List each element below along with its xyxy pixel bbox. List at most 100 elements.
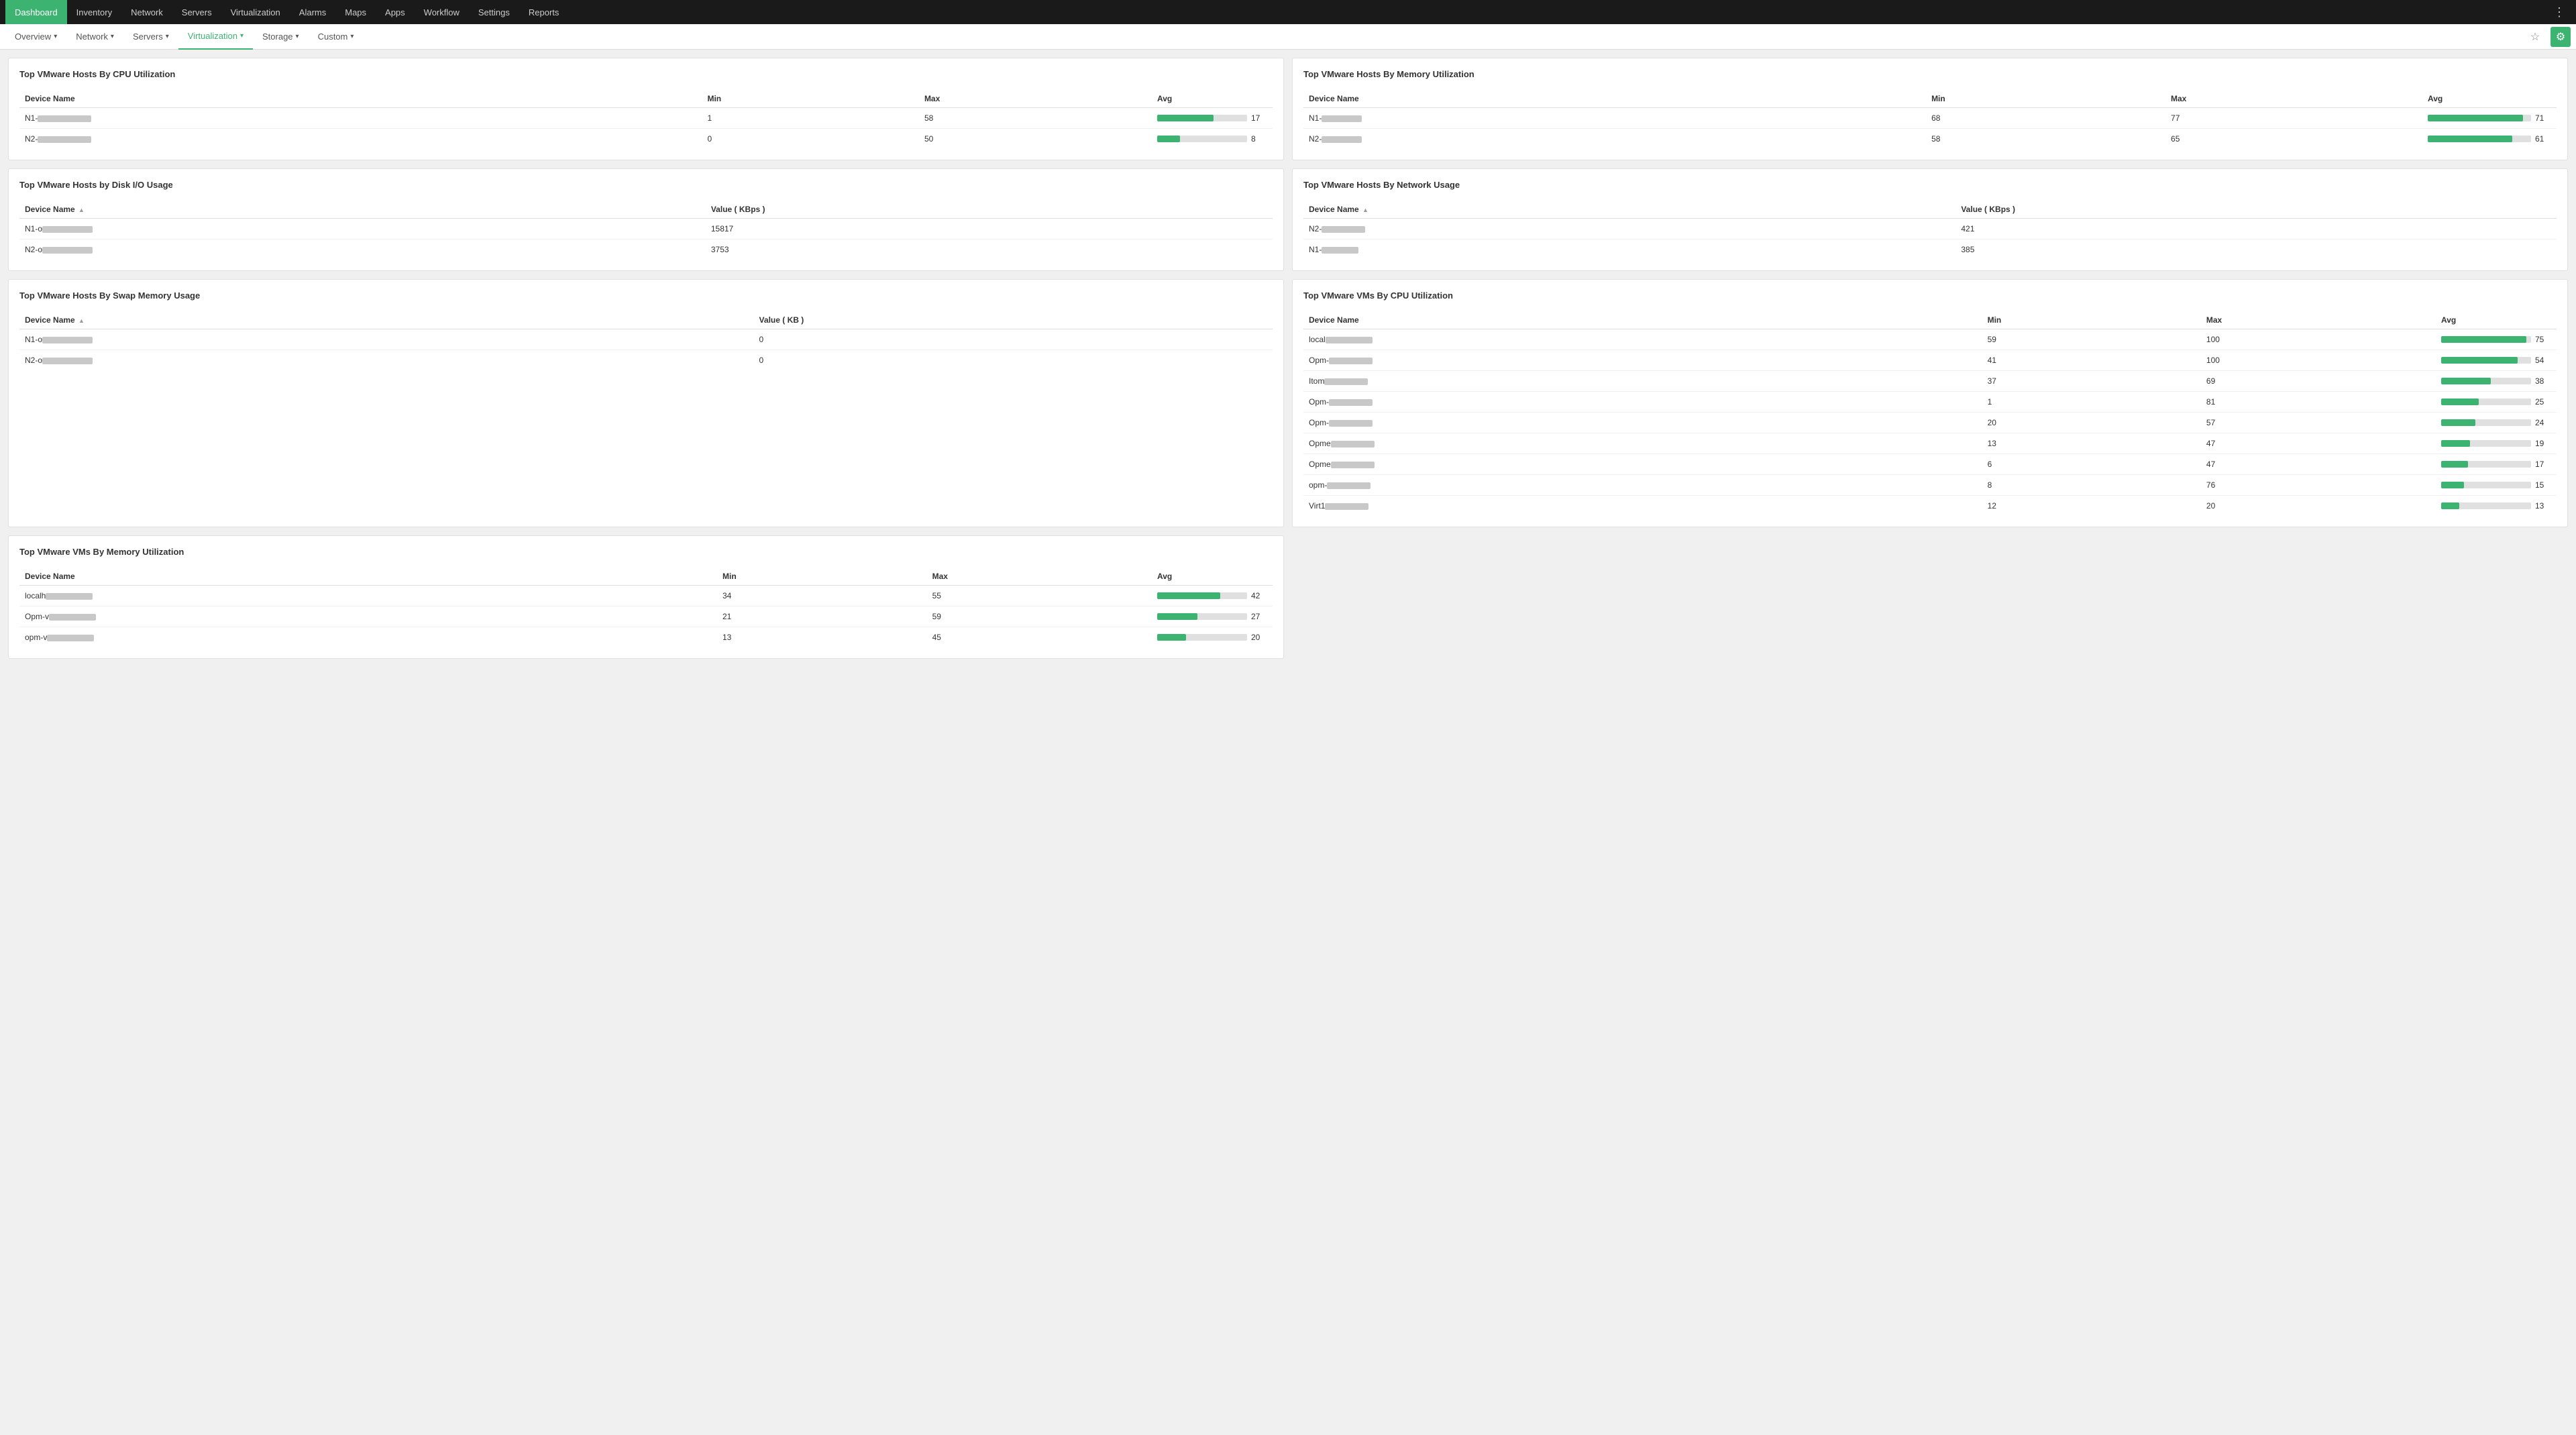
- table-row: N2-o 3753: [19, 240, 1273, 260]
- nav-dashboard[interactable]: Dashboard: [5, 0, 67, 24]
- redacted-text: [1324, 378, 1368, 385]
- nav-maps[interactable]: Maps: [335, 0, 376, 24]
- table-row: Opme 1347 19: [1303, 433, 2557, 454]
- redacted-text: [1329, 420, 1373, 427]
- sub-servers[interactable]: Servers ▾: [123, 24, 178, 50]
- widget-memory-utilization: Top VMware Hosts By Memory Utilization D…: [1292, 58, 2568, 160]
- vm-memory-table: Device Name Min Max Avg localh 3455 42 O…: [19, 568, 1273, 647]
- widget-vm-memory-title: Top VMware VMs By Memory Utilization: [19, 547, 1273, 557]
- device-name-label: opm-v: [25, 633, 47, 642]
- redacted-text: [1329, 358, 1373, 364]
- sub-storage[interactable]: Storage ▾: [253, 24, 309, 50]
- col-min: Min: [1982, 311, 2201, 329]
- redacted-text: [42, 226, 93, 233]
- avg-bar: 19: [2441, 439, 2551, 448]
- col-value: Value ( KBps ): [1955, 201, 2557, 219]
- avg-bar: 27: [1157, 612, 1267, 621]
- redacted-text: [1322, 247, 1358, 254]
- chevron-down-icon: ▾: [166, 33, 169, 40]
- chevron-down-icon: ▾: [111, 33, 114, 40]
- device-name-label: Itom: [1309, 376, 1324, 386]
- sort-icon: ▲: [78, 207, 85, 213]
- memory-table: Device Name Min Max Avg N1- 68 77: [1303, 90, 2557, 149]
- table-row: N1-o 15817: [19, 219, 1273, 240]
- device-name-label: Opm-: [1309, 418, 1329, 427]
- col-min: Min: [717, 568, 927, 586]
- redacted-text: [1331, 441, 1375, 447]
- nav-reports[interactable]: Reports: [519, 0, 569, 24]
- table-row: N2-o 0: [19, 350, 1273, 371]
- redacted-text: [1329, 399, 1373, 406]
- device-name-label: N2-: [25, 134, 38, 144]
- table-row: Opm-v 2159 27: [19, 606, 1273, 627]
- redacted-text: [1327, 482, 1371, 489]
- device-name-label: opm-: [1309, 480, 1327, 490]
- sub-virtualization[interactable]: Virtualization ▾: [178, 24, 253, 50]
- widget-swap-title: Top VMware Hosts By Swap Memory Usage: [19, 290, 1273, 301]
- nav-workflow[interactable]: Workflow: [415, 0, 469, 24]
- device-name-label: N1-o: [25, 224, 42, 233]
- col-avg: Avg: [1152, 90, 1273, 108]
- col-value: Value ( KBps ): [706, 201, 1273, 219]
- nav-alarms[interactable]: Alarms: [290, 0, 335, 24]
- table-row: Opm- 181 25: [1303, 392, 2557, 413]
- avg-bar: 8: [1157, 134, 1267, 144]
- table-row: Virt1 1220 13: [1303, 496, 2557, 517]
- sub-navigation: Overview ▾ Network ▾ Servers ▾ Virtualiz…: [0, 24, 2576, 50]
- device-name-label: Opm-: [1309, 397, 1329, 407]
- avg-bar: 13: [2441, 501, 2551, 511]
- redacted-text: [42, 337, 93, 343]
- device-name-label: N2-o: [25, 245, 42, 254]
- redacted-text: [42, 358, 93, 364]
- table-row: N1- 385: [1303, 240, 2557, 260]
- main-content: Top VMware Hosts By CPU Utilization Devi…: [0, 50, 2576, 667]
- nav-more-button[interactable]: ⋮: [2548, 5, 2571, 19]
- col-device-name: Device Name ▲: [19, 201, 706, 219]
- table-row: Opm- 41100 54: [1303, 350, 2557, 371]
- avg-bar: 71: [2428, 113, 2551, 123]
- device-name-label: Opm-: [1309, 356, 1329, 365]
- nav-inventory[interactable]: Inventory: [67, 0, 121, 24]
- widget-network-usage: Top VMware Hosts By Network Usage Device…: [1292, 168, 2568, 271]
- nav-settings[interactable]: Settings: [469, 0, 519, 24]
- redacted-text: [46, 593, 93, 600]
- widget-cpu-utilization: Top VMware Hosts By CPU Utilization Devi…: [8, 58, 1284, 160]
- widget-network-title: Top VMware Hosts By Network Usage: [1303, 180, 2557, 190]
- redacted-text: [1322, 115, 1362, 122]
- col-max: Max: [2165, 90, 2422, 108]
- disk-table: Device Name ▲ Value ( KBps ) N1-o 15817 …: [19, 201, 1273, 260]
- nav-network[interactable]: Network: [121, 0, 172, 24]
- avg-bar: 42: [1157, 591, 1267, 600]
- nav-apps[interactable]: Apps: [376, 0, 415, 24]
- sub-network[interactable]: Network ▾: [66, 24, 123, 50]
- nav-servers[interactable]: Servers: [172, 0, 221, 24]
- col-min: Min: [1926, 90, 2165, 108]
- sub-custom[interactable]: Custom ▾: [309, 24, 364, 50]
- vm-cpu-table: Device Name Min Max Avg local 59100 75 O…: [1303, 311, 2557, 516]
- favorite-button[interactable]: ☆: [2525, 27, 2545, 47]
- sub-overview[interactable]: Overview ▾: [5, 24, 66, 50]
- widget-swap-memory: Top VMware Hosts By Swap Memory Usage De…: [8, 279, 1284, 527]
- device-name-label: N1-o: [25, 335, 42, 344]
- chevron-down-icon: ▾: [54, 33, 57, 40]
- table-row: N1- 68 77 71: [1303, 108, 2557, 129]
- device-name-label: N2-: [1309, 224, 1322, 233]
- avg-bar: 75: [2441, 335, 2551, 344]
- table-row: N2- 421: [1303, 219, 2557, 240]
- device-name-label: localh: [25, 591, 46, 600]
- nav-virtualization[interactable]: Virtualization: [221, 0, 290, 24]
- avg-bar: 25: [2441, 397, 2551, 407]
- col-max: Max: [919, 90, 1152, 108]
- col-device-name: Device Name: [19, 90, 702, 108]
- table-row: N1-o 0: [19, 329, 1273, 350]
- table-row: opm- 876 15: [1303, 475, 2557, 496]
- redacted-text: [1322, 136, 1362, 143]
- avg-bar: 38: [2441, 376, 2551, 386]
- col-max: Max: [2201, 311, 2436, 329]
- widget-vm-cpu-title: Top VMware VMs By CPU Utilization: [1303, 290, 2557, 301]
- col-avg: Avg: [2436, 311, 2557, 329]
- widget-vm-memory: Top VMware VMs By Memory Utilization Dev…: [8, 535, 1284, 659]
- dashboard-settings-button[interactable]: ⚙: [2551, 27, 2571, 47]
- avg-bar: 54: [2441, 356, 2551, 365]
- table-row: N2- 0 50 8: [19, 129, 1273, 150]
